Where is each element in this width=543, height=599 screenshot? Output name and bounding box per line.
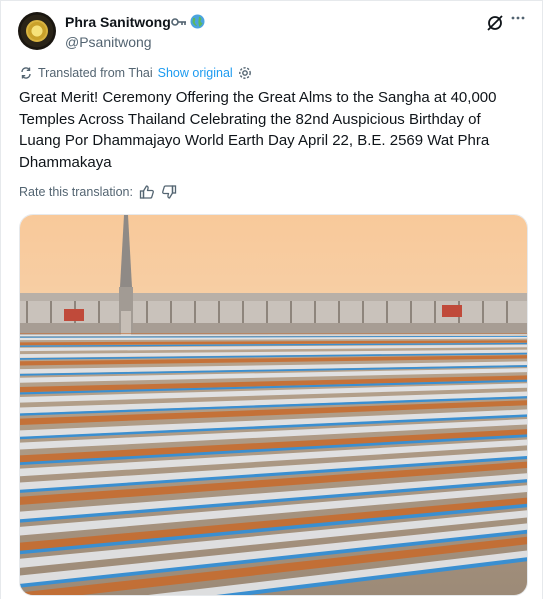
tweet-photo[interactable] <box>19 214 528 596</box>
more-options-icon[interactable] <box>510 10 526 26</box>
translation-settings-icon[interactable] <box>238 66 252 80</box>
rate-translation-label: Rate this translation: <box>19 185 133 199</box>
rate-translation-row: Rate this translation: <box>19 184 177 200</box>
author-badges <box>171 14 205 29</box>
thumbs-up-icon[interactable] <box>139 184 155 200</box>
translation-label: Translated from Thai <box>38 66 153 80</box>
key-emoji-icon <box>171 16 187 28</box>
tweet-card[interactable]: Phra Sanitwong @Psanitwong Translated fr… <box>0 0 543 599</box>
tweet-text: Great Merit! Ceremony Offering the Great… <box>19 89 497 171</box>
author-name[interactable]: Phra Sanitwong <box>65 14 171 30</box>
translation-notice: Translated from Thai Show original <box>19 66 252 80</box>
author-avatar[interactable] <box>18 12 56 50</box>
author-handle[interactable]: @Psanitwong <box>65 34 152 50</box>
video-screen-left <box>64 309 84 321</box>
thumbs-down-icon[interactable] <box>161 184 177 200</box>
globe-emoji-icon <box>190 14 205 29</box>
grandstand-posts <box>26 301 508 323</box>
translate-icon <box>19 66 33 80</box>
video-screen-right <box>442 305 462 317</box>
grok-icon[interactable] <box>486 14 504 32</box>
ceremony-photo-scene <box>20 215 527 595</box>
show-original-link[interactable]: Show original <box>158 66 233 80</box>
